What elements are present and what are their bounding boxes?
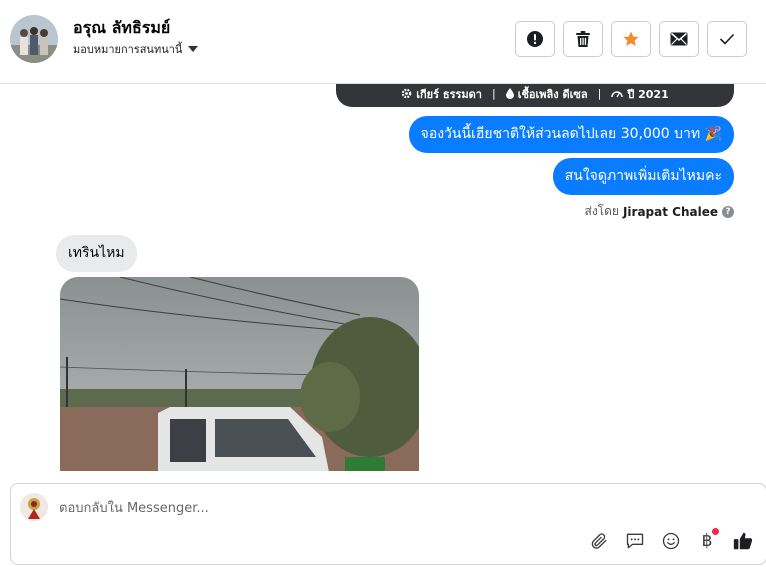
speedometer-icon (611, 91, 624, 98)
reply-input[interactable] (59, 496, 559, 520)
page-avatar (20, 493, 48, 521)
chevron-down-icon (188, 46, 199, 52)
paperclip-icon (591, 533, 607, 549)
like-button[interactable] (732, 530, 754, 552)
attached-photo[interactable] (60, 277, 419, 471)
attach-button[interactable] (588, 530, 610, 552)
baht-icon: ฿ (701, 531, 713, 551)
conversation-header: อรุณ ลัทธิรมย์ มอบหมายการสนทนานี้ (0, 0, 766, 84)
sent-by-name: Jirapat Chalee (622, 204, 718, 219)
spec-gear: เกียร์ ธรรมดา (401, 85, 482, 103)
emoji-button[interactable] (660, 530, 682, 552)
payment-button[interactable]: ฿ (696, 528, 719, 552)
composer-tools: ฿ (588, 528, 754, 552)
thumbs-up-icon (733, 532, 753, 550)
sent-by-label: ส่งโดย Jirapat Chalee ? (584, 202, 734, 221)
check-icon (719, 33, 735, 45)
mark-unread-button[interactable] (659, 21, 699, 57)
incoming-message[interactable]: เทรินไหม (56, 235, 137, 272)
outgoing-message[interactable]: สนใจดูภาพเพิ่มเติมไหมคะ (552, 158, 734, 195)
message-thread[interactable]: เกียร์ ธรรมดา | เชื้อเพลิง ดีเซล | ปี 20… (0, 84, 766, 471)
header-actions (515, 21, 747, 57)
contact-avatar[interactable] (10, 15, 58, 63)
smiley-icon (662, 532, 680, 550)
delete-button[interactable] (563, 21, 603, 57)
mark-done-button[interactable] (707, 21, 747, 57)
spec-fuel-text: เชื้อเพลิง ดีเซล (517, 87, 588, 101)
saved-replies-button[interactable] (624, 530, 646, 552)
spec-separator: | (597, 87, 602, 100)
spec-fuel: เชื้อเพลิง ดีเซล (505, 85, 588, 103)
reply-composer: ฿ (10, 483, 766, 565)
notification-dot (712, 528, 719, 535)
sent-by-prefix: ส่งโดย (584, 204, 619, 218)
outgoing-message[interactable]: จองวันนี้เฮียชาติให้ส่วนลดไปเลย 30,000 บ… (408, 116, 734, 153)
star-icon (623, 31, 639, 46)
spec-gear-text: เกียร์ ธรรมดา (416, 87, 482, 101)
assign-label: มอบหมายการสนทนานี้ (73, 43, 183, 56)
chat-bubble-icon (626, 533, 644, 549)
gear-icon (401, 88, 412, 99)
spec-separator: | (491, 87, 496, 100)
envelope-icon (670, 32, 688, 46)
trash-icon (576, 31, 590, 47)
spec-year-text: ปี 2021 (627, 87, 669, 101)
star-button[interactable] (611, 21, 651, 57)
exclamation-circle-icon (527, 31, 543, 47)
fuel-drop-icon (505, 88, 514, 99)
vehicle-spec-bar: เกียร์ ธรรมดา | เชื้อเพลิง ดีเซล | ปี 20… (336, 84, 734, 107)
spec-year: ปี 2021 (611, 85, 669, 103)
report-button[interactable] (515, 21, 555, 57)
help-icon[interactable]: ? (722, 205, 734, 218)
assign-conversation-dropdown[interactable]: มอบหมายการสนทนานี้ (73, 40, 199, 58)
contact-name[interactable]: อรุณ ลัทธิรมย์ (73, 16, 170, 41)
